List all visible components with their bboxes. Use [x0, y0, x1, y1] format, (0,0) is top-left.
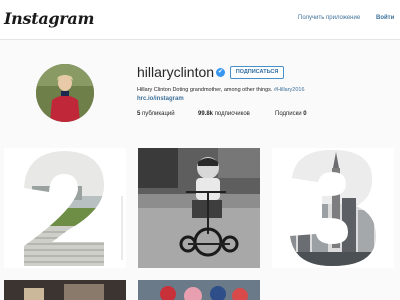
- number-three-skyline-image: [272, 148, 394, 268]
- instagram-logo[interactable]: Instagram: [4, 9, 94, 28]
- profile-avatar[interactable]: [36, 64, 94, 122]
- login-link[interactable]: Войти: [376, 15, 394, 21]
- profile-website-link[interactable]: hrc.io/instagram: [137, 96, 184, 102]
- followers-count: 99.8k: [198, 111, 214, 117]
- profile-bio: Hillary Clinton Doting grandmother, amon…: [137, 87, 305, 93]
- photo-partial: [138, 280, 260, 300]
- get-app-link[interactable]: Получить приложение: [298, 15, 360, 21]
- bio-text: Hillary Clinton Doting grandmother, amon…: [137, 87, 273, 93]
- follow-button[interactable]: ПОДПИСАТЬСЯ: [230, 66, 284, 79]
- following-label: Подписки: [275, 111, 302, 117]
- child-on-tricycle-photo: [138, 148, 260, 268]
- avatar-photo: [36, 64, 94, 122]
- post-thumbnail-3[interactable]: [272, 148, 394, 268]
- stat-posts: 5 публикаций: [137, 111, 175, 117]
- bio-hashtag[interactable]: #Hillary2016: [274, 87, 305, 93]
- profile-username: hillaryclinton: [137, 64, 215, 80]
- posts-count: 5: [137, 111, 141, 117]
- following-count: 0: [303, 111, 307, 117]
- top-navbar: Instagram Получить приложение Войти: [0, 0, 400, 40]
- posts-label: публикаций: [142, 111, 175, 117]
- followers-label: подписчиков: [214, 111, 250, 117]
- number-two-cutout-image: [4, 148, 126, 268]
- photo-partial: [4, 280, 126, 300]
- post-thumbnail-4[interactable]: [4, 280, 126, 300]
- post-thumbnail-1[interactable]: [4, 148, 126, 268]
- post-thumbnail-2[interactable]: [138, 148, 260, 268]
- stat-following[interactable]: Подписки 0: [275, 111, 307, 117]
- stat-followers[interactable]: 99.8k подписчиков: [198, 111, 250, 117]
- verified-badge-icon: ✔: [216, 68, 225, 77]
- post-thumbnail-5[interactable]: [138, 280, 260, 300]
